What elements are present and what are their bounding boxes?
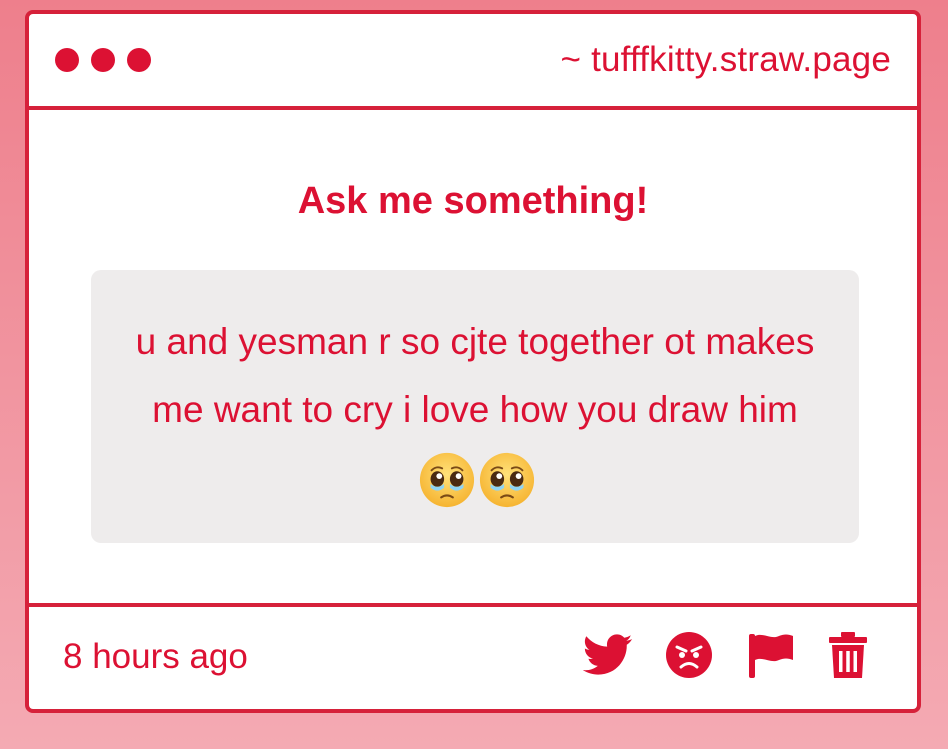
flag-icon[interactable] <box>745 630 795 685</box>
question-message: u and yesman r so cjte together ot makes… <box>91 270 859 543</box>
question-card: ~ tufffkitty.straw.page Ask me something… <box>25 10 921 713</box>
card-footer: 8 hours ago <box>29 607 917 707</box>
trash-icon[interactable] <box>827 631 869 684</box>
action-bar <box>582 630 869 685</box>
pleading-face-emoji <box>419 453 475 508</box>
angry-face-icon[interactable] <box>665 631 713 684</box>
question-text: u and yesman r so cjte together ot makes… <box>135 321 815 430</box>
window-dot[interactable] <box>127 48 151 72</box>
timestamp: 8 hours ago <box>63 637 248 676</box>
window-dot[interactable] <box>91 48 115 72</box>
window-dot[interactable] <box>55 48 79 72</box>
window-titlebar: ~ tufffkitty.straw.page <box>29 14 917 110</box>
pleading-face-emoji <box>479 453 535 508</box>
window-controls <box>55 48 151 72</box>
twitter-icon[interactable] <box>582 633 633 681</box>
card-content: Ask me something! u and yesman r so cjte… <box>29 110 917 607</box>
page-url[interactable]: ~ tufffkitty.straw.page <box>561 40 892 80</box>
page-title: Ask me something! <box>297 180 649 222</box>
